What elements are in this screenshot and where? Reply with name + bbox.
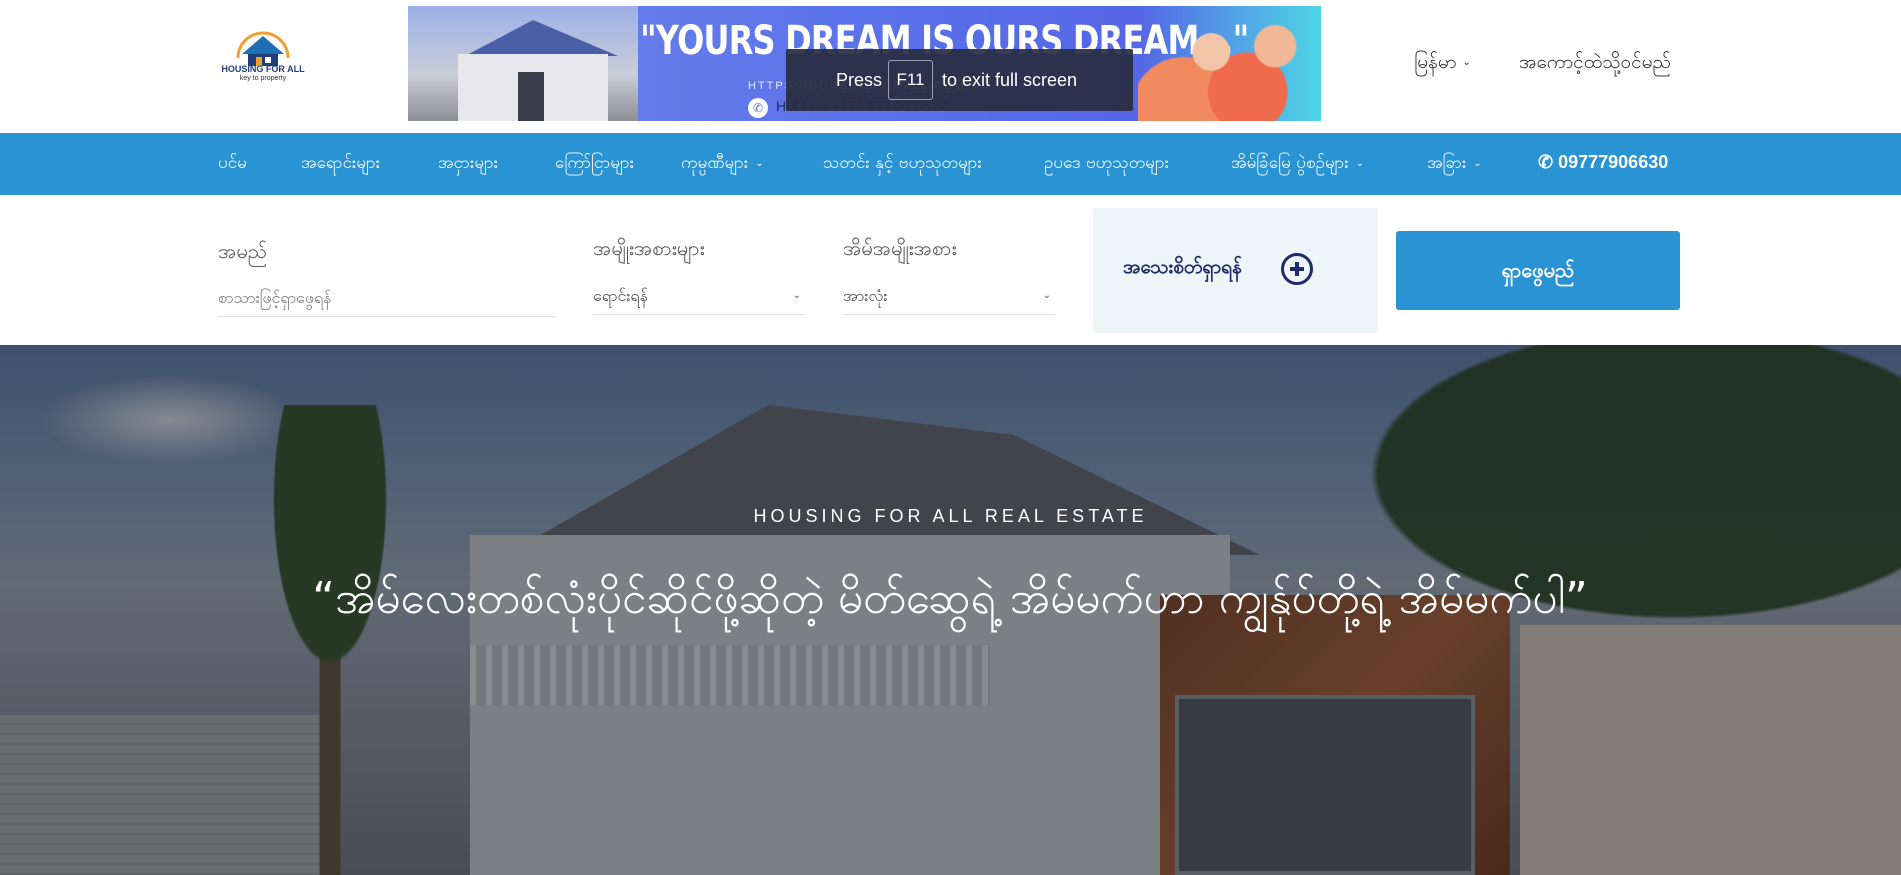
nav-item-companies[interactable]: ကုမ္ပဏီများ ⌄: [681, 152, 764, 177]
nav-item-label: သတင်း နှင့် ဗဟုသုတများ: [823, 153, 982, 173]
chevron-down-icon: ⌄: [1042, 290, 1051, 301]
nav-item-sales[interactable]: အရောင်းများ: [301, 152, 380, 177]
nav-item-home[interactable]: ပင်မ: [218, 152, 247, 177]
nav-item-label: ကုမ္ပဏီများ: [681, 153, 749, 173]
site-logo[interactable]: HOUSING FOR ALL key to property: [218, 28, 308, 88]
main-nav: ပင်မ အရောင်းများ အငှားများ ကြော်ငြာများ …: [0, 133, 1901, 195]
plus-circle-icon: [1281, 253, 1313, 285]
name-label: အမည်: [218, 239, 268, 263]
logo-tagline: key to property: [239, 75, 287, 82]
chevron-down-icon: ⌄: [792, 290, 801, 301]
advanced-search-toggle[interactable]: အသေးစိတ်ရှာရန်: [1093, 208, 1378, 333]
language-label: မြန်မာ: [1414, 51, 1457, 73]
toast-rest-text: to exit full screen: [942, 70, 1078, 90]
search-button[interactable]: ရှာဖွေမည်: [1396, 231, 1680, 310]
nav-phone-number: 09777906630: [1558, 152, 1669, 172]
nav-item-ads[interactable]: ကြော်ငြာများ: [555, 152, 634, 177]
property-search: အမည် စာသားဖြင့်ရှာဖွေရန် အမျိုးအစားများ …: [0, 195, 1901, 345]
house-logo-icon: [236, 31, 290, 66]
fullscreen-toast: Press F11 to exit full screen: [786, 49, 1133, 111]
hero-title: “အိမ်လေးတစ်လုံးပိုင်ဆိုင်ဖို့ဆိုတဲ့ မိတ်…: [312, 573, 1588, 624]
chevron-down-icon: ⌄: [1462, 57, 1471, 68]
nav-item-news[interactable]: သတင်း နှင့် ဗဟုသုတများ: [823, 152, 982, 177]
type-label: အိမ်အမျိုးအစား: [843, 236, 957, 260]
category-select-value: ရောင်းရန်: [593, 286, 648, 305]
nav-item-law[interactable]: ဥပဒေ ဗဟုသုတများ: [1044, 152, 1169, 177]
nav-item-label: ဥပဒေ ဗဟုသုတများ: [1044, 153, 1170, 173]
toast-press-text: Press: [836, 70, 883, 90]
advanced-search-label: အသေးစိတ်ရှာရန်: [1123, 256, 1242, 278]
type-select[interactable]: အားလုံး ⌄: [843, 277, 1055, 315]
toast-key: F11: [888, 60, 933, 100]
category-select[interactable]: ရောင်းရန် ⌄: [593, 277, 805, 315]
logo-text: HOUSING FOR ALL: [221, 64, 305, 74]
nav-phone-link[interactable]: ✆ 09777906630: [1538, 152, 1668, 173]
type-select-value: အားလုံး: [843, 286, 888, 305]
nav-item-other[interactable]: အခြား ⌄: [1427, 152, 1482, 177]
chevron-down-icon: ⌄: [755, 157, 764, 169]
banner-family-image: [1138, 6, 1321, 121]
nav-item-label: အရောင်းများ: [301, 153, 381, 173]
site-header: HOUSING FOR ALL key to property "YOURS D…: [0, 0, 1901, 133]
nav-item-label: ကြော်ငြာများ: [555, 153, 635, 173]
hero-kicker: HOUSING FOR ALL REAL ESTATE: [753, 506, 1148, 526]
category-label: အမျိုးအစားများ: [593, 236, 705, 260]
language-selector[interactable]: မြန်မာ ⌄: [1414, 50, 1471, 78]
name-search-input[interactable]: စာသားဖြင့်ရှာဖွေရန်: [218, 279, 556, 317]
nav-item-label: ပင်မ: [218, 153, 247, 173]
login-link[interactable]: အကောင့်ထဲသို့ဝင်မည်: [1519, 50, 1671, 78]
nav-item-rentals[interactable]: အငှားများ: [438, 152, 498, 177]
nav-item-label: အိမ်ခြံမြေ ပွဲစဉ်များ: [1231, 153, 1349, 173]
nav-item-label: အခြား: [1427, 153, 1467, 173]
banner-house-image: [408, 6, 638, 121]
chevron-down-icon: ⌄: [1355, 157, 1365, 169]
chevron-down-icon: ⌄: [1473, 157, 1482, 169]
nav-item-events[interactable]: အိမ်ခြံမြေ ပွဲစဉ်များ ⌄: [1231, 152, 1364, 177]
phone-icon: ✆: [748, 98, 768, 118]
phone-icon: ✆: [1538, 152, 1554, 172]
hero-section: HOUSING FOR ALL REAL ESTATE “အိမ်လေးတစ်လ…: [0, 345, 1901, 875]
nav-item-label: အငှားများ: [438, 153, 499, 173]
